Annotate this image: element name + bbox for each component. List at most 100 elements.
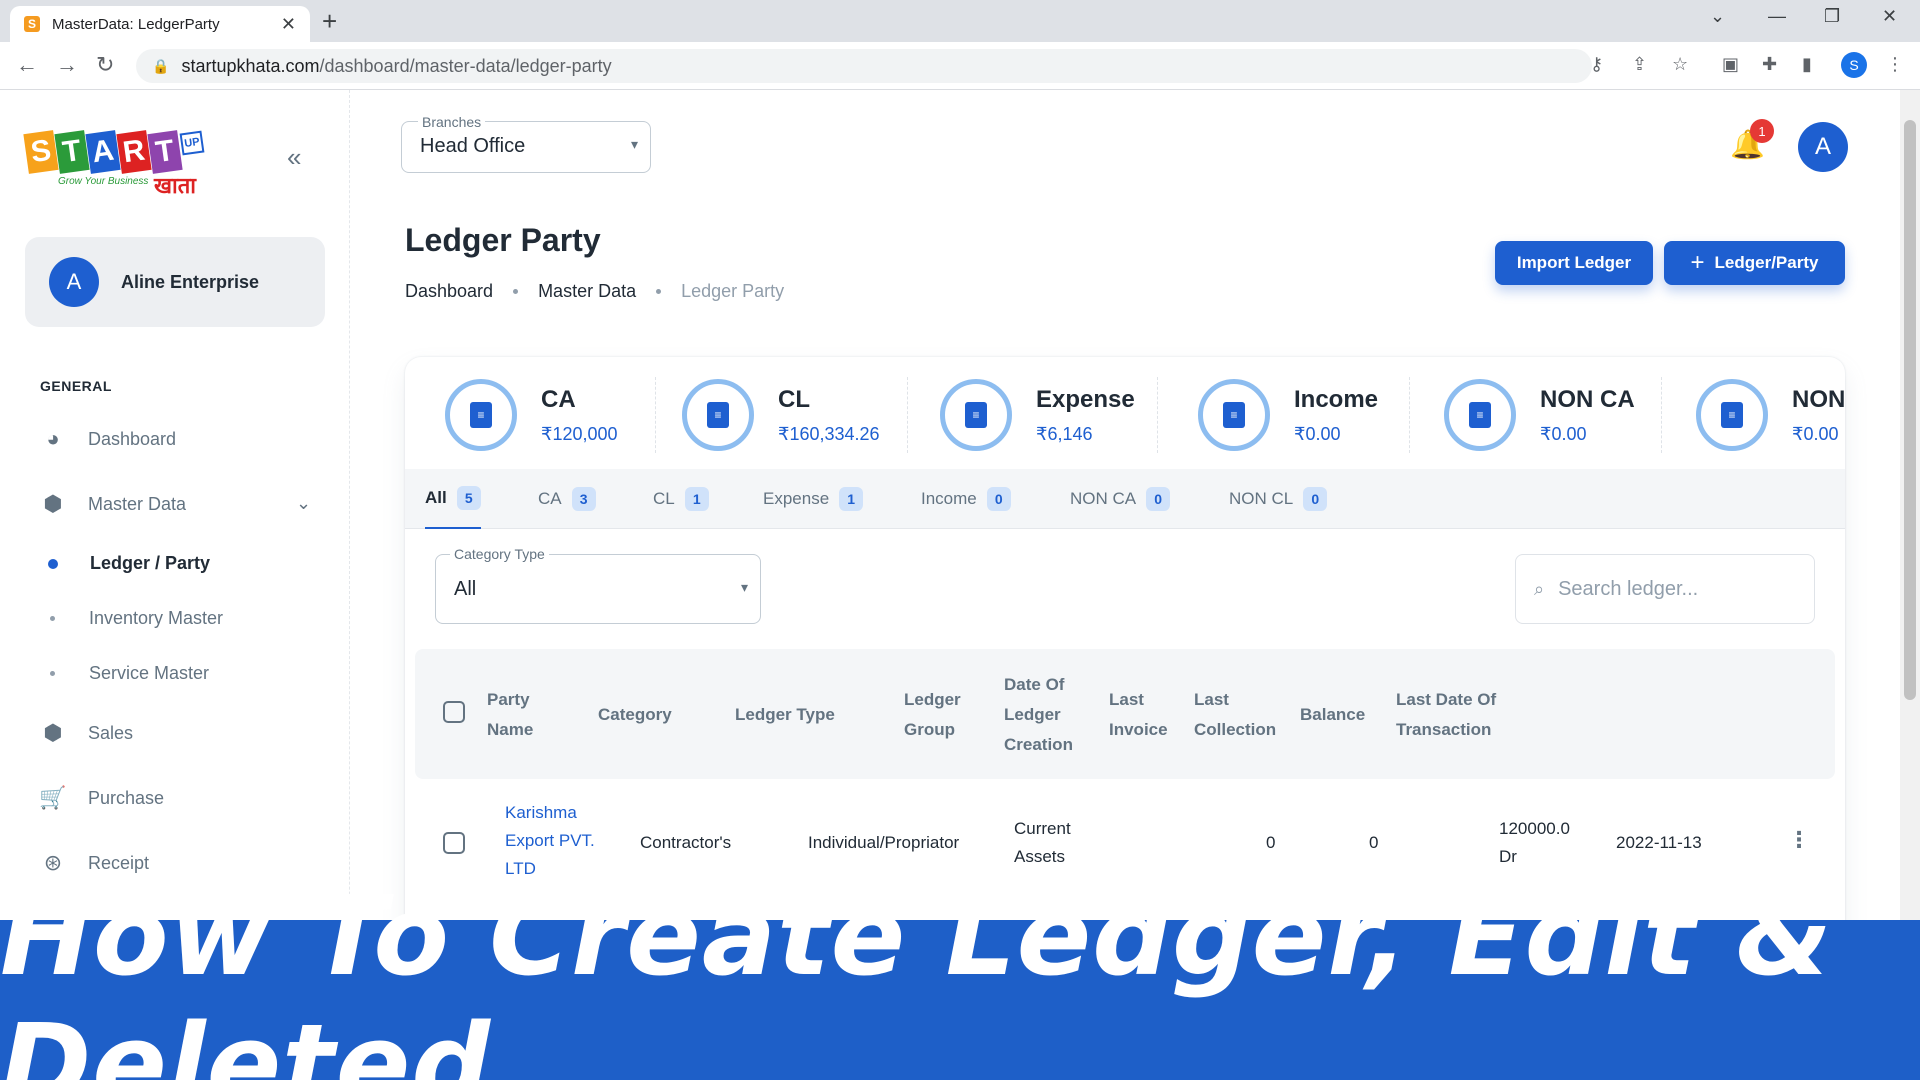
search-icon: ⌕ xyxy=(1534,578,1545,599)
new-tab-icon[interactable]: + xyxy=(322,6,337,37)
forward-icon[interactable]: → xyxy=(56,52,78,78)
stat-divider xyxy=(1157,377,1158,453)
filter-tabs: All 5 CA 3 CL 1 Expense 1 Income 0 NON CA 0 NO… xyxy=(405,469,1845,529)
tab-count: 5 xyxy=(456,486,481,510)
breadcrumb-current: Ledger Party xyxy=(681,281,785,301)
cell-balance: 120000.0 Dr xyxy=(1499,819,1570,866)
sidebar-item-service-master[interactable]: Service Master xyxy=(40,663,209,684)
user-avatar[interactable]: A xyxy=(1798,122,1848,172)
dot-icon xyxy=(50,671,55,676)
extensions-icon[interactable]: ✚ xyxy=(1762,54,1777,75)
category-type-select[interactable]: Category Type All ▾ xyxy=(435,546,761,624)
tab-cl[interactable]: CL 1 xyxy=(653,469,709,529)
header-party-name[interactable]: Party Name xyxy=(487,685,577,745)
tab-search-icon[interactable]: ⌄ xyxy=(1710,6,1725,27)
search-input[interactable] xyxy=(1558,577,1779,601)
branches-select[interactable]: Branches Head Office ▾ xyxy=(401,114,651,173)
import-ledger-label: Import Ledger xyxy=(1516,253,1632,272)
add-ledger-party-button[interactable]: + Ledger/Party xyxy=(1664,241,1845,285)
back-icon[interactable]: ← xyxy=(16,52,38,78)
tab-all[interactable]: All 5 xyxy=(425,469,481,529)
scrollbar-thumb[interactable] xyxy=(1904,120,1916,700)
sidebar-item-ledger-party[interactable]: Ledger / Party xyxy=(40,553,210,574)
tab-income[interactable]: Income 0 xyxy=(921,469,1011,529)
browser-menu-icon[interactable]: ⋮ xyxy=(1886,54,1904,75)
tab-non-ca[interactable]: NON CA 0 xyxy=(1070,469,1171,529)
tab-non-cl[interactable]: NON CL 0 xyxy=(1229,469,1328,529)
tab-label: Expense xyxy=(763,489,830,508)
cast-icon[interactable]: ▣ xyxy=(1722,54,1739,75)
document-icon: ≡ xyxy=(1444,379,1516,451)
more-vertical-icon[interactable]: ⋮ xyxy=(1788,827,1810,853)
sidebar-item-dashboard[interactable]: ◕ Dashboard xyxy=(40,426,176,452)
sidebar-item-label: Purchase xyxy=(88,787,165,808)
cell-last-collection: 0 xyxy=(1369,833,1379,852)
header-last-collection[interactable]: Last Collection xyxy=(1194,685,1284,745)
star-icon[interactable]: ☆ xyxy=(1672,54,1688,75)
account-avatar: A xyxy=(49,257,99,307)
header-balance[interactable]: Balance xyxy=(1300,700,1365,730)
account-name: Aline Enterprise xyxy=(121,271,260,292)
share-icon[interactable]: ⇪ xyxy=(1632,54,1647,75)
tab-expense[interactable]: Expense 1 xyxy=(763,469,864,529)
sidebar-item-label: Ledger / Party xyxy=(90,553,211,573)
close-tab-icon[interactable]: ✕ xyxy=(281,14,296,35)
browser-profile-avatar[interactable]: S xyxy=(1841,52,1867,78)
page-scrollbar[interactable] xyxy=(1900,90,1920,920)
startupkhata-logo[interactable]: S T A R T UP Grow Your Business खाता xyxy=(23,130,211,202)
maximize-icon[interactable]: ❐ xyxy=(1824,6,1840,27)
chevron-down-icon: ▾ xyxy=(740,579,748,595)
breadcrumb-master-data[interactable]: Master Data xyxy=(538,281,636,302)
side-panel-icon[interactable]: ▮ xyxy=(1802,54,1812,75)
collapse-sidebar-icon[interactable]: « xyxy=(287,142,301,173)
stat-key: NON CA xyxy=(1540,385,1635,413)
cart-icon: 🛒 xyxy=(39,785,67,810)
reload-icon[interactable]: ↻ xyxy=(96,52,114,78)
header-last-date[interactable]: Last Date Of Transaction xyxy=(1396,685,1516,745)
breadcrumb-separator xyxy=(656,289,662,294)
banner-text: How To Create Ledger, Edit & Deleted xyxy=(0,872,1833,1080)
header-ledger-group[interactable]: Ledger Group xyxy=(904,685,974,745)
cell-ledger-group: Current Assets xyxy=(1014,819,1071,866)
header-ledger-type[interactable]: Ledger Type xyxy=(735,700,835,730)
chevron-down-icon: ▾ xyxy=(630,136,638,152)
tab-ca[interactable]: CA 3 xyxy=(538,469,596,529)
cell-ledger-type: Individual/Propriator xyxy=(808,833,960,852)
stat-value: ₹0.00 xyxy=(1294,423,1341,444)
sidebar-item-inventory-master[interactable]: Inventory Master xyxy=(40,608,223,629)
stat-key: Expense xyxy=(1036,385,1135,413)
tab-count: 0 xyxy=(986,487,1011,511)
tab-label: All xyxy=(425,488,447,507)
page-title: Ledger Party xyxy=(405,222,601,258)
header-date-created[interactable]: Date Of Ledger Creation xyxy=(1004,670,1084,760)
party-name-link[interactable]: Karishma Export PVT. LTD xyxy=(505,799,615,883)
chart-box-icon: ⬢ xyxy=(43,720,63,745)
logo-letter: T xyxy=(54,130,90,174)
stat-key: NON xyxy=(1792,385,1845,413)
tab-count: 0 xyxy=(1303,487,1328,511)
window-close-icon[interactable]: ✕ xyxy=(1882,6,1897,27)
url-field[interactable]: 🔒 startupkhata.com/dashboard/master-data… xyxy=(136,49,1592,83)
stat-income: ≡ Income ₹0.00 xyxy=(1198,377,1378,453)
account-card[interactable]: A Aline Enterprise xyxy=(25,237,325,327)
logo-tagline: Grow Your Business xyxy=(58,176,149,187)
key-icon[interactable]: ⚷ xyxy=(1590,54,1603,75)
chevron-down-icon[interactable]: ⌄ xyxy=(296,493,311,514)
stat-divider xyxy=(1409,377,1410,453)
breadcrumb-dashboard[interactable]: Dashboard xyxy=(405,281,493,302)
sidebar-item-sales[interactable]: ⬢ Sales xyxy=(40,720,133,746)
search-box[interactable]: ⌕ xyxy=(1515,554,1815,624)
select-all-checkbox[interactable] xyxy=(443,701,465,723)
sidebar-item-purchase[interactable]: 🛒 Purchase xyxy=(39,785,165,811)
header-category[interactable]: Category xyxy=(598,700,672,730)
browser-tab-strip: S MasterData: LedgerParty ✕ + ⌄ — ❐ ✕ xyxy=(0,0,1920,42)
row-checkbox[interactable] xyxy=(443,832,465,854)
branches-label: Branches xyxy=(418,114,486,130)
sidebar-item-master-data[interactable]: ⬢ Master Data xyxy=(40,491,186,517)
stat-ca: ≡ CA ₹120,000 xyxy=(445,377,618,453)
minimize-icon[interactable]: — xyxy=(1768,6,1786,27)
header-last-invoice[interactable]: Last Invoice xyxy=(1109,685,1179,745)
document-icon: ≡ xyxy=(940,379,1012,451)
import-ledger-button[interactable]: Import Ledger xyxy=(1495,241,1653,285)
browser-tab[interactable]: S MasterData: LedgerParty ✕ xyxy=(10,6,310,42)
